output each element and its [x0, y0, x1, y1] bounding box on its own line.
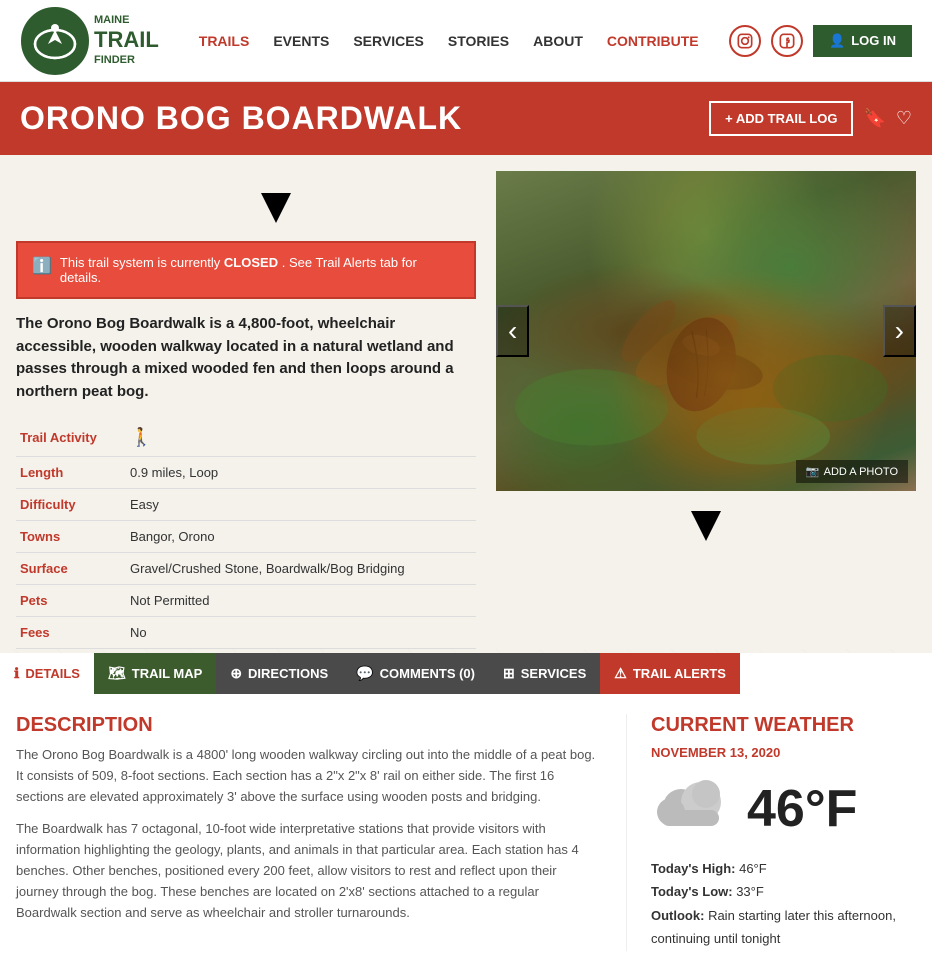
add-photo-button[interactable]: 📷 ADD A PHOTO — [796, 460, 908, 483]
add-trail-log-button[interactable]: + ADD TRAIL LOG — [709, 101, 853, 136]
fees-label: Fees — [16, 617, 126, 649]
description-text-2: The Boardwalk has 7 octagonal, 10-foot w… — [16, 819, 596, 923]
weather-column: CURRENT WEATHER NOVEMBER 13, 2020 46°F T… — [626, 714, 916, 951]
nav-events[interactable]: EVENTS — [273, 33, 329, 49]
description-text-1: The Orono Bog Boardwalk is a 4800' long … — [16, 745, 596, 807]
table-row: Pets Not Permitted — [16, 585, 476, 617]
right-column: ‹ › 📷 ADD A PHOTO — [496, 171, 916, 649]
difficulty-value: Easy — [126, 489, 476, 521]
surface-value: Gravel/Crushed Stone, Boardwalk/Bog Brid… — [126, 553, 476, 585]
tab-trail-map[interactable]: 🗺 TRAIL MAP — [94, 653, 216, 694]
alerts-icon: ⚠ — [614, 665, 627, 682]
logo-icon — [20, 6, 90, 76]
weather-main: 46°F — [651, 772, 916, 845]
instagram-icon[interactable] — [729, 25, 761, 57]
weather-cloud-icon — [651, 772, 731, 845]
walk-icon: 🚶 — [130, 427, 152, 447]
directions-icon: ⊕ — [230, 665, 242, 682]
length-label: Length — [16, 457, 126, 489]
trail-alert-banner: ℹ️ This trail system is currently CLOSED… — [16, 241, 476, 299]
favorite-button[interactable]: ♡ — [896, 108, 912, 129]
alert-icon: ℹ️ — [32, 256, 52, 276]
tab-details[interactable]: ℹ DETAILS — [0, 653, 94, 694]
length-value: 0.9 miles, Loop — [126, 457, 476, 489]
surface-label: Surface — [16, 553, 126, 585]
main-nav: TRAILS EVENTS SERVICES STORIES ABOUT CON… — [199, 33, 729, 49]
map-icon: 🗺 — [108, 665, 126, 682]
trail-banner-actions: + ADD TRAIL LOG 🔖 ♡ — [709, 101, 912, 136]
photo-next-button[interactable]: › — [883, 305, 916, 357]
tab-services[interactable]: ⊞ SERVICES — [489, 653, 600, 694]
nav-about[interactable]: ABOUT — [533, 33, 583, 49]
site-header: MAINE TRAIL FINDER TRAILS EVENTS SERVICE… — [0, 0, 932, 82]
weather-low: Today's Low: 33°F — [651, 880, 916, 903]
weather-details: Today's High: 46°F Today's Low: 33°F Out… — [651, 857, 916, 951]
fees-value: No — [126, 617, 476, 649]
trail-banner: ORONO BOG BOARDWALK + ADD TRAIL LOG 🔖 ♡ — [0, 82, 932, 155]
table-row: Fees No — [16, 617, 476, 649]
photo-prev-button[interactable]: ‹ — [496, 305, 529, 357]
pets-value: Not Permitted — [126, 585, 476, 617]
logo-text: MAINE TRAIL FINDER — [94, 14, 159, 67]
arrow-indicator — [76, 183, 476, 233]
activity-label: Trail Activity — [16, 419, 126, 457]
details-icon: ℹ — [14, 665, 19, 682]
header-actions: 👤 LOG IN — [729, 25, 912, 57]
login-button[interactable]: 👤 LOG IN — [813, 25, 912, 57]
weather-outlook: Outlook: Rain starting later this aftern… — [651, 904, 916, 951]
arrow-indicator-right — [496, 501, 916, 551]
main-content: ℹ️ This trail system is currently CLOSED… — [0, 155, 932, 649]
towns-label: Towns — [16, 521, 126, 553]
trail-description: The Orono Bog Boardwalk is a 4,800-foot,… — [16, 313, 476, 403]
nav-services[interactable]: SERVICES — [353, 33, 424, 49]
nav-trails[interactable]: TRAILS — [199, 33, 250, 49]
alert-text: This trail system is currently CLOSED . … — [60, 255, 460, 285]
tab-trail-alerts[interactable]: ⚠ TRAIL ALERTS — [600, 653, 740, 694]
trail-photo — [496, 171, 916, 491]
tab-directions[interactable]: ⊕ DIRECTIONS — [216, 653, 342, 694]
table-row: Trail Activity 🚶 — [16, 419, 476, 457]
bookmark-button[interactable]: 🔖 — [863, 108, 885, 129]
weather-title: CURRENT WEATHER — [651, 714, 916, 737]
weather-high: Today's High: 46°F — [651, 857, 916, 880]
camera-icon: 📷 — [806, 465, 820, 478]
towns-value: Bangor, Orono — [126, 521, 476, 553]
facebook-icon[interactable] — [771, 25, 803, 57]
left-column: ℹ️ This trail system is currently CLOSED… — [16, 171, 476, 649]
services-icon: ⊞ — [503, 665, 515, 682]
description-title: DESCRIPTION — [16, 714, 596, 737]
login-icon: 👤 — [829, 33, 845, 49]
content-row: DESCRIPTION The Orono Bog Boardwalk is a… — [16, 714, 916, 951]
alert-status: CLOSED — [224, 255, 278, 270]
table-row: Difficulty Easy — [16, 489, 476, 521]
photo-container: ‹ › 📷 ADD A PHOTO — [496, 171, 916, 491]
photo-svg — [496, 171, 916, 491]
weather-temperature: 46°F — [747, 779, 857, 839]
table-row: Towns Bangor, Orono — [16, 521, 476, 553]
tab-comments[interactable]: 💬 COMMENTS (0) — [342, 653, 489, 694]
trail-info-table: Trail Activity 🚶 Length 0.9 miles, Loop … — [16, 419, 476, 649]
nav-stories[interactable]: STORIES — [448, 33, 509, 49]
weather-date: NOVEMBER 13, 2020 — [651, 745, 916, 760]
trail-tabs: ℹ DETAILS 🗺 TRAIL MAP ⊕ DIRECTIONS 💬 COM… — [0, 653, 932, 694]
difficulty-label: Difficulty — [16, 489, 126, 521]
content-section: DESCRIPTION The Orono Bog Boardwalk is a… — [0, 694, 932, 971]
site-logo[interactable]: MAINE TRAIL FINDER — [20, 6, 159, 76]
pets-label: Pets — [16, 585, 126, 617]
activity-value: 🚶 — [126, 419, 476, 457]
description-column: DESCRIPTION The Orono Bog Boardwalk is a… — [16, 714, 596, 951]
comments-icon: 💬 — [356, 665, 373, 682]
table-row: Length 0.9 miles, Loop — [16, 457, 476, 489]
nav-contribute[interactable]: CONTRIBUTE — [607, 33, 699, 49]
cloud-svg — [651, 772, 731, 832]
table-row: Surface Gravel/Crushed Stone, Boardwalk/… — [16, 553, 476, 585]
trail-title: ORONO BOG BOARDWALK — [20, 100, 462, 137]
